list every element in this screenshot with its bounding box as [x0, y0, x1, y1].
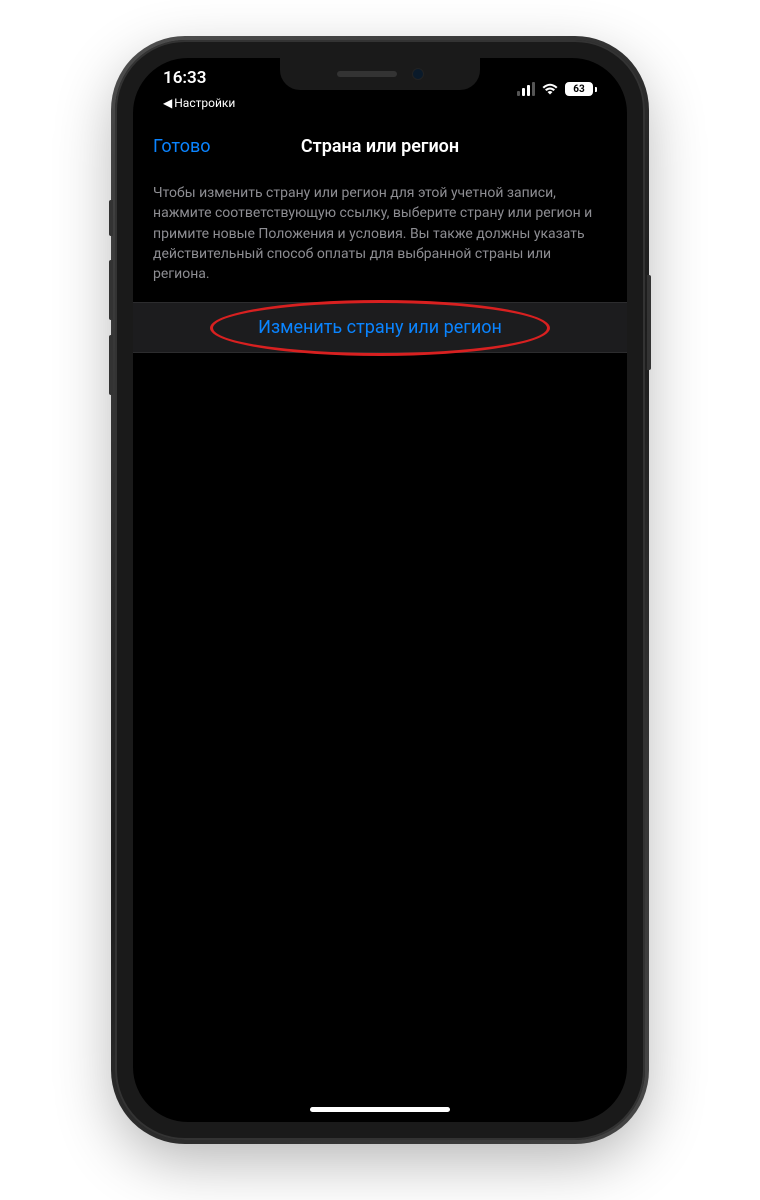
wifi-icon: [541, 82, 559, 96]
volume-down-button: [109, 335, 113, 395]
home-indicator[interactable]: [310, 1107, 450, 1112]
power-button: [647, 275, 651, 370]
battery-icon: 63: [565, 82, 597, 96]
notch: [280, 58, 480, 90]
mute-switch: [109, 200, 113, 236]
clock-time: 16:33: [163, 68, 206, 88]
front-camera: [412, 68, 424, 80]
status-left: 16:33 ◀ Настройки: [163, 68, 235, 110]
status-right: 63: [517, 82, 597, 96]
speaker: [337, 71, 397, 77]
change-region-row[interactable]: Изменить страну или регион: [133, 302, 627, 353]
cellular-signal-icon: [517, 82, 535, 96]
page-title: Страна или регион: [301, 136, 459, 157]
nav-bar: Готово Страна или регион: [133, 106, 627, 175]
change-region-link[interactable]: Изменить страну или регион: [258, 317, 502, 338]
done-button[interactable]: Готово: [153, 136, 211, 157]
battery-level: 63: [573, 84, 584, 95]
phone-frame: 16:33 ◀ Настройки 63: [115, 40, 645, 1140]
description-text: Чтобы изменить страну или регион для это…: [133, 175, 627, 302]
volume-up-button: [109, 260, 113, 320]
screen: 16:33 ◀ Настройки 63: [133, 58, 627, 1122]
